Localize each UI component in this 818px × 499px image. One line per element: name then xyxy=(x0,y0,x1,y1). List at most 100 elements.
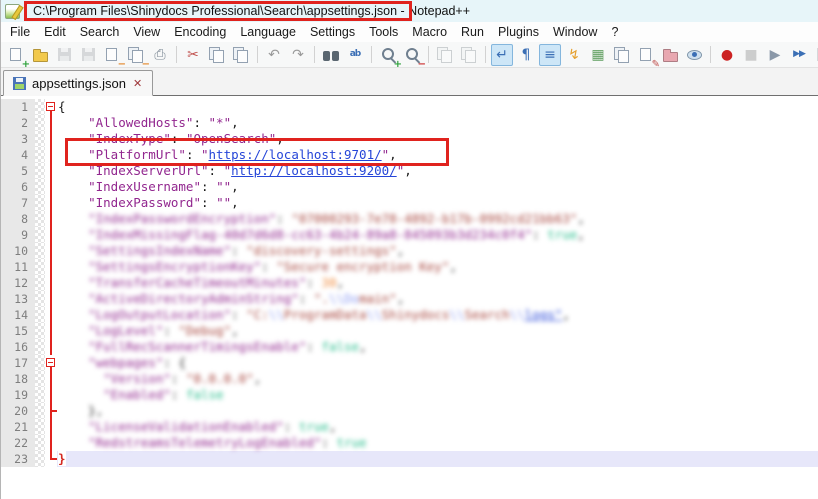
menu-item-run[interactable]: Run xyxy=(454,23,491,41)
zoom-out-icon[interactable]: − xyxy=(401,44,423,66)
folder-as-workspace-icon[interactable] xyxy=(659,44,681,66)
new-file-icon-badge: + xyxy=(22,59,30,70)
bookmark-margin xyxy=(35,419,45,435)
file-monitoring-icon[interactable]: ✎ xyxy=(635,44,657,66)
fold-margin xyxy=(45,323,57,339)
menu-item-plugins[interactable]: Plugins xyxy=(491,23,546,41)
code-text[interactable]: "IndexServerUrl": "http://localhost:9200… xyxy=(57,163,818,179)
line-number: 21 xyxy=(1,419,35,435)
code-text[interactable]: "LogLevel": "Debug", xyxy=(57,323,818,339)
menu-item-file[interactable]: File xyxy=(3,23,37,41)
line-number: 17 xyxy=(1,355,35,371)
code-text[interactable]: "IndexMissingFlag-40d7d6d8-cc63-4b24-89a… xyxy=(57,227,818,243)
cut-icon[interactable]: ✂ xyxy=(182,44,204,66)
code-text[interactable]: "IndexPasswordEncryption": "07000293-7e7… xyxy=(57,211,818,227)
open-file-icon xyxy=(33,52,48,62)
fold-margin xyxy=(45,371,57,387)
line-number: 3 xyxy=(1,131,35,147)
redo-icon[interactable]: ↷ xyxy=(287,44,309,66)
macro-record-icon[interactable]: ● xyxy=(716,44,738,66)
bookmark-margin xyxy=(35,99,45,115)
tab-appsettings-json[interactable]: appsettings.json ✕ xyxy=(3,70,153,96)
code-text[interactable]: "Enabled": false xyxy=(57,387,818,403)
code-line-7: 7 "IndexPassword": "", xyxy=(1,195,818,211)
toolbar: +−−⎙✂↶↷ab+−↵¶≡↯▦✎●■▶▶▶↓ xyxy=(1,42,818,68)
code-text[interactable]: "SettingsEncryptionKey": "Secure encrypt… xyxy=(57,259,818,275)
menu-item-help[interactable]: ? xyxy=(604,23,625,41)
function-list-icon[interactable]: ↯ xyxy=(563,44,585,66)
word-wrap-icon[interactable]: ↵ xyxy=(491,44,513,66)
code-text[interactable]: "RedstreamsTelemetryLogEnabled": true xyxy=(57,435,818,451)
code-text[interactable]: "PlatformUrl": "https://localhost:9701/"… xyxy=(57,147,818,163)
copy-icon[interactable] xyxy=(206,44,228,66)
replace-icon[interactable]: ab xyxy=(344,44,366,66)
code-text[interactable]: "LicenseValidationEnabled": true, xyxy=(57,419,818,435)
code-text[interactable]: "ActiveDirectoryAdminString": ".\\Domain… xyxy=(57,291,818,307)
new-file-icon[interactable]: + xyxy=(5,44,27,66)
tab-close-icon[interactable]: ✕ xyxy=(132,77,143,90)
document-map-icon[interactable]: ▦ xyxy=(587,44,609,66)
menu-item-edit[interactable]: Edit xyxy=(37,23,73,41)
zoom-in-icon[interactable]: + xyxy=(377,44,399,66)
show-indent-guide-icon[interactable]: ≡ xyxy=(539,44,561,66)
print-icon[interactable]: ⎙ xyxy=(149,44,171,66)
fold-margin xyxy=(45,115,57,131)
menu-item-window[interactable]: Window xyxy=(546,23,604,41)
menu-item-view[interactable]: View xyxy=(126,23,167,41)
fold-collapse-icon[interactable] xyxy=(46,102,55,111)
code-line-17: 17 "webpages": { xyxy=(1,355,818,371)
paste-icon[interactable] xyxy=(230,44,252,66)
code-text[interactable]: "SettingsIndexName": "discovery-settings… xyxy=(57,243,818,259)
notepad-plus-plus-app-icon xyxy=(5,4,20,19)
code-text[interactable]: "webpages": { xyxy=(57,355,818,371)
editor[interactable]: 1{2 "AllowedHosts": "*",3 "IndexType": "… xyxy=(1,96,818,499)
macro-run-multiple-icon[interactable]: ▶▶ xyxy=(788,44,810,66)
code-text[interactable]: "IndexType": "OpenSearch", xyxy=(57,131,818,147)
code-text[interactable]: "TransferCacheTimeoutMinutes": 30, xyxy=(57,275,818,291)
code-line-8: 8 "IndexPasswordEncryption": "07000293-7… xyxy=(1,211,818,227)
undo-icon[interactable]: ↶ xyxy=(263,44,285,66)
notepad-plus-plus-window: C:\Program Files\Shinydocs Professional\… xyxy=(0,0,818,499)
line-number: 15 xyxy=(1,323,35,339)
open-file-icon[interactable] xyxy=(29,44,51,66)
code-text[interactable]: "LogOutputLocation": "C:\\ProgramData\\S… xyxy=(57,307,818,323)
menu-item-search[interactable]: Search xyxy=(73,23,127,41)
close-all-files-icon-badge: − xyxy=(142,59,150,70)
code-text[interactable]: } xyxy=(57,451,818,467)
code-text[interactable]: { xyxy=(57,99,818,115)
find-icon[interactable] xyxy=(320,44,342,66)
code-text[interactable]: }, xyxy=(57,403,818,419)
show-all-characters-icon[interactable]: ¶ xyxy=(515,44,537,66)
fold-collapse-icon[interactable] xyxy=(46,358,55,367)
code-text[interactable]: "IndexPassword": "", xyxy=(57,195,818,211)
code-text[interactable]: "IndexUsername": "", xyxy=(57,179,818,195)
menu-item-settings[interactable]: Settings xyxy=(303,23,362,41)
bookmark-margin xyxy=(35,243,45,259)
sync-horizontal-icon xyxy=(458,44,480,66)
menu-item-macro[interactable]: Macro xyxy=(405,23,454,41)
code-line-6: 6 "IndexUsername": "", xyxy=(1,179,818,195)
fold-margin xyxy=(45,403,57,419)
bookmark-margin xyxy=(35,403,45,419)
code-text[interactable]: "FullRecScannerTimingsEnable": false, xyxy=(57,339,818,355)
code-text[interactable]: "AllowedHosts": "*", xyxy=(57,115,818,131)
menu-item-language[interactable]: Language xyxy=(233,23,303,41)
close-all-files-icon[interactable]: − xyxy=(125,44,147,66)
view-eye-icon[interactable] xyxy=(683,44,705,66)
line-number: 1 xyxy=(1,99,35,115)
close-file-icon[interactable]: − xyxy=(101,44,123,66)
menu-item-tools[interactable]: Tools xyxy=(362,23,405,41)
line-number: 14 xyxy=(1,307,35,323)
document-switcher-icon[interactable] xyxy=(611,44,633,66)
print-icon: ⎙ xyxy=(154,48,165,62)
fold-margin xyxy=(45,147,57,163)
bookmark-margin xyxy=(35,291,45,307)
macro-play-icon[interactable]: ▶ xyxy=(764,44,786,66)
macro-play-icon: ▶ xyxy=(770,48,781,62)
code-line-15: 15 "LogLevel": "Debug", xyxy=(1,323,818,339)
menu-item-encoding[interactable]: Encoding xyxy=(167,23,233,41)
macro-save-icon xyxy=(812,44,818,66)
undo-icon: ↶ xyxy=(268,48,280,62)
line-number: 19 xyxy=(1,387,35,403)
code-text[interactable]: "Version": "0.0.0.0", xyxy=(57,371,818,387)
